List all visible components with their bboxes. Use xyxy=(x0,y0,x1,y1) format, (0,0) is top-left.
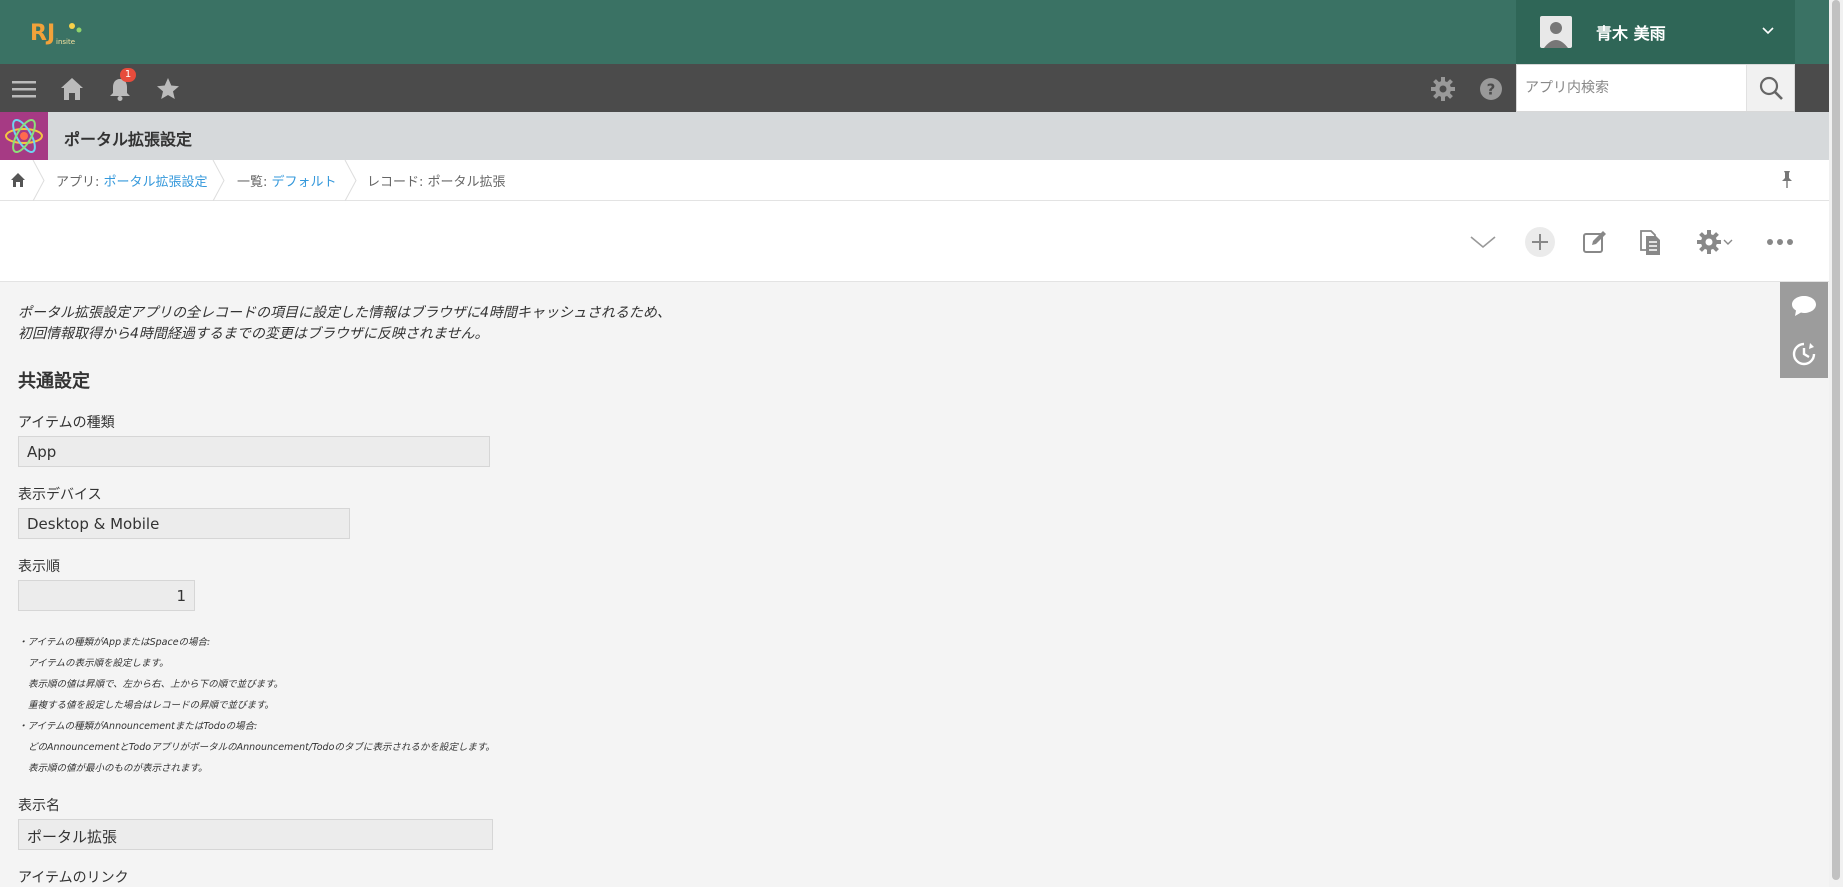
breadcrumb-view: 一覧: デフォルト xyxy=(237,171,337,190)
edit-button[interactable] xyxy=(1579,226,1611,258)
collapse-button[interactable] xyxy=(1467,226,1499,258)
comment-tab[interactable] xyxy=(1780,282,1828,330)
item-type-field: App xyxy=(18,436,490,467)
breadcrumb-view-prefix: 一覧: xyxy=(237,175,272,190)
page-title: ポータル拡張設定 xyxy=(64,130,193,149)
help-line: アイテムの表示順を設定します。 xyxy=(28,658,169,669)
more-options-button[interactable] xyxy=(1764,226,1796,258)
user-avatar-icon xyxy=(1540,16,1572,48)
help-line: 表示順の値は昇順で、左から右、上から下の順で並びます。 xyxy=(28,679,284,690)
breadcrumb-app-link[interactable]: ポータル拡張設定 xyxy=(104,175,208,190)
history-tab[interactable] xyxy=(1780,330,1828,378)
more-icon xyxy=(1767,239,1793,245)
breadcrumb-app: アプリ: ポータル拡張設定 xyxy=(56,171,208,190)
breadcrumb-view-link[interactable]: デフォルト xyxy=(272,175,337,190)
menu-icon[interactable] xyxy=(11,76,37,102)
order-field: 1 xyxy=(18,580,195,611)
comment-icon xyxy=(1792,296,1816,316)
help-icon[interactable]: ? xyxy=(1478,76,1504,102)
help-line: ・アイテムの種類がAppまたはSpaceの場合: xyxy=(18,637,211,648)
help-line: ・アイテムの種類がAnnouncementまたはTodoの場合: xyxy=(18,721,258,732)
breadcrumb-home-icon[interactable] xyxy=(10,172,26,188)
cache-notice: ポータル拡張設定アプリの全レコードの項目に設定した情報はブラウザに4時間キャッシ… xyxy=(18,303,671,345)
order-label: 表示順 xyxy=(18,559,60,575)
cache-notice-line: ポータル拡張設定アプリの全レコードの項目に設定した情報はブラウザに4時間キャッシ… xyxy=(18,305,671,321)
item-type-label: アイテムの種類 xyxy=(18,415,115,431)
help-line: 表示順の値が最小のものが表示されます。 xyxy=(28,763,208,774)
search-input[interactable] xyxy=(1517,65,1747,111)
svg-text:?: ? xyxy=(1487,81,1496,99)
copy-icon xyxy=(1640,230,1660,255)
plus-icon xyxy=(1525,227,1555,257)
device-field: Desktop & Mobile xyxy=(18,508,350,539)
app-header xyxy=(0,112,1829,160)
svg-text:insite: insite xyxy=(56,38,75,46)
breadcrumb-separator xyxy=(32,160,45,201)
chevron-down-icon xyxy=(1470,236,1496,249)
edit-icon xyxy=(1583,231,1606,253)
history-icon xyxy=(1792,342,1816,366)
pin-icon[interactable] xyxy=(1779,170,1795,190)
user-menu[interactable]: 青木 美雨 xyxy=(1516,0,1795,64)
scrollbar-thumb[interactable] xyxy=(1832,0,1840,880)
atom-icon[interactable] xyxy=(0,112,48,160)
chevron-down-icon xyxy=(1762,27,1774,35)
add-record-button[interactable] xyxy=(1524,226,1556,258)
notification-badge: 1 xyxy=(120,68,136,82)
breadcrumb-app-prefix: アプリ: xyxy=(56,175,104,190)
order-help-text: ・アイテムの種類がAppまたはSpaceの場合: アイテムの表示順を設定します。… xyxy=(18,632,495,779)
search-button[interactable] xyxy=(1746,65,1794,111)
home-icon[interactable] xyxy=(59,76,85,102)
search-box xyxy=(1516,64,1795,112)
chevron-down-icon xyxy=(1723,239,1733,245)
display-name-label: 表示名 xyxy=(18,798,60,814)
company-logo[interactable]: RJ insite xyxy=(28,16,88,48)
help-line: どのAnnouncementとTodoアプリがポータルのAnnouncement… xyxy=(28,742,495,753)
section-title: 共通設定 xyxy=(18,371,90,392)
search-icon xyxy=(1759,76,1783,100)
gear-icon[interactable] xyxy=(1430,76,1456,102)
item-link-label: アイテムのリンク xyxy=(18,870,129,886)
gear-icon xyxy=(1697,230,1721,254)
breadcrumb-separator xyxy=(212,160,225,201)
help-line: 重複する値を設定した場合はレコードの昇順で並びます。 xyxy=(28,700,275,711)
display-name-field: ポータル拡張 xyxy=(18,819,493,850)
cache-notice-line: 初回情報取得から4時間経過するまでの変更はブラウザに反映されません。 xyxy=(18,326,489,342)
record-settings-button[interactable] xyxy=(1690,226,1738,258)
breadcrumb-record: レコード: ポータル拡張 xyxy=(367,175,506,190)
duplicate-button[interactable] xyxy=(1635,226,1667,258)
breadcrumb-separator xyxy=(344,160,357,201)
svg-text:RJ: RJ xyxy=(30,21,55,46)
device-label: 表示デバイス xyxy=(18,487,102,503)
star-icon[interactable] xyxy=(155,76,181,102)
user-name: 青木 美雨 xyxy=(1596,24,1666,43)
